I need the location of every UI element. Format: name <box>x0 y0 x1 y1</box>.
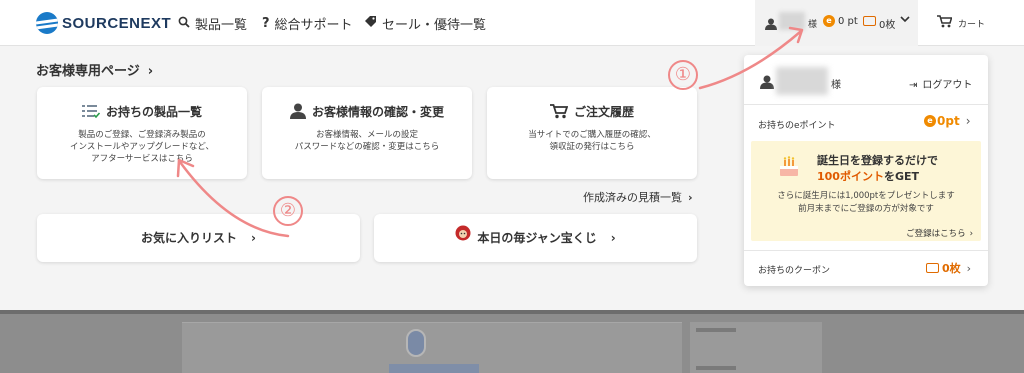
lottery-label: 本日の毎ジャン宝くじ <box>477 231 597 245</box>
user-coupons: 0枚 <box>879 20 896 31</box>
epoint-link[interactable]: e 0pt › <box>924 114 971 128</box>
dimmed-app-icon <box>406 329 426 357</box>
card-desc-line: 領収証の発行はこちら <box>549 142 635 152</box>
chevron-right-icon: › <box>969 229 973 239</box>
chevron-right-icon: › <box>251 231 256 245</box>
divider <box>744 104 988 105</box>
dimmed-background <box>0 310 1024 373</box>
estimate-list-link[interactable]: 作成済みの見積一覧 › <box>583 189 693 205</box>
order-history-card[interactable]: ご注文履歴 当サイトでのご購入履歴の確認、 領収証の発行はこちら <box>487 87 697 179</box>
dimmed-line <box>696 328 736 332</box>
logout-icon: ⇥ <box>909 80 918 91</box>
card-title-label: お客様情報の確認・変更 <box>311 105 444 119</box>
birthday-title-line2: をGET <box>883 170 920 183</box>
page-title: お客様専用ページ <box>36 64 140 79</box>
chevron-right-icon: › <box>688 191 693 204</box>
birthday-highlight: 100ポイント <box>817 170 884 183</box>
epoint-label: お持ちのeポイント <box>758 121 836 131</box>
user-icon <box>765 15 777 30</box>
divider <box>744 250 988 251</box>
site-header: SOURCENEXT 製品一覧 ? 総合サポート セール・優待一覧 様 e 0 … <box>0 0 1024 46</box>
epoint-icon: e <box>924 115 936 127</box>
nav-support[interactable]: ? 総合サポート <box>262 14 353 33</box>
card-desc-line: お客様情報、メールの設定 <box>315 130 418 140</box>
search-icon <box>178 16 190 32</box>
coupon-label: お持ちのクーポン <box>758 266 831 276</box>
logout-button[interactable]: ⇥ ログアウト <box>909 76 972 91</box>
card-desc-line: インストールやアップグレードなど、 <box>70 142 214 152</box>
user-name-redacted <box>776 67 828 95</box>
dimmed-strip <box>0 310 1024 314</box>
dimmed-line <box>696 366 736 370</box>
lottery-mascot-icon <box>455 213 471 261</box>
cart-icon <box>549 103 569 122</box>
card-desc-line: アフターサービスはこちら <box>91 154 193 164</box>
user-points: 0 pt <box>838 16 858 27</box>
nav-sale[interactable]: セール・優待一覧 <box>364 14 486 33</box>
epoint-icon: e <box>823 15 835 27</box>
nav-products[interactable]: 製品一覧 <box>178 14 247 33</box>
owned-products-card[interactable]: お持ちの製品一覧 製品のご登録、ご登録済み製品の インストールやアップグレードな… <box>37 87 247 179</box>
cart-label: カート <box>958 20 986 30</box>
coupon-icon <box>926 263 939 273</box>
card-desc-line: 製品のご登録、ご登録済み製品の <box>78 130 206 140</box>
nav-products-label: 製品一覧 <box>195 18 248 33</box>
lottery-link[interactable]: 本日の毎ジャン宝くじ › <box>374 214 697 262</box>
birthday-register-label: ご登録はこちら <box>906 229 966 239</box>
mypage-title-link[interactable]: お客様専用ページ › <box>36 60 153 79</box>
sourcenext-logo[interactable]: SOURCENEXT <box>36 12 171 34</box>
coupon-link[interactable]: 0枚 › <box>926 260 971 276</box>
epoint-value: 0pt <box>937 114 960 128</box>
user-suffix: 様 <box>808 20 818 30</box>
cake-icon <box>777 155 801 177</box>
chevron-right-icon: › <box>147 64 154 79</box>
user-dropdown: 様 ⇥ ログアウト お持ちのeポイント e 0pt › 誕生日を登録するだけで 100… <box>744 55 988 286</box>
card-title-label: ご注文履歴 <box>573 105 634 119</box>
dimmed-bar <box>389 364 479 373</box>
birthday-desc-line: さらに誕生月には1,000ptをプレゼントします <box>777 191 955 201</box>
tag-icon <box>364 15 377 32</box>
birthday-title-line1: 誕生日を登録するだけで <box>817 154 938 167</box>
person-icon <box>289 103 306 122</box>
question-icon: ? <box>262 16 270 31</box>
cart-icon <box>937 15 953 32</box>
card-desc-line: 当サイトでのご購入履歴の確認、 <box>528 130 656 140</box>
chevron-right-icon: › <box>965 114 971 128</box>
favorites-label: お気に入りリスト <box>141 231 238 245</box>
estimate-list-label: 作成済みの見積一覧 <box>583 191 682 204</box>
coupon-icon <box>863 16 876 26</box>
birthday-desc-line: 前月末までにご登録の方が対象です <box>798 204 934 214</box>
dimmed-sidebar <box>690 322 822 373</box>
nav-support-label: 総合サポート <box>274 18 353 33</box>
cart-button[interactable]: カート <box>937 15 985 32</box>
customer-info-card[interactable]: お客様情報の確認・変更 お客様情報、メールの設定 パスワードなどの確認・変更はこ… <box>262 87 472 179</box>
user-suffix: 様 <box>831 80 841 91</box>
logo-text: SOURCENEXT <box>62 14 172 32</box>
dimmed-card <box>182 322 682 373</box>
coupon-value: 0枚 <box>942 262 961 275</box>
product-list-icon <box>81 104 101 122</box>
logout-label: ログアウト <box>922 80 973 91</box>
logo-mark-icon <box>36 12 58 34</box>
birthday-banner[interactable]: 誕生日を登録するだけで 100ポイントをGET さらに誕生月には1,000ptを… <box>751 141 981 241</box>
birthday-register-link[interactable]: ご登録はこちら › <box>906 227 973 239</box>
chevron-right-icon: › <box>966 261 972 275</box>
chevron-down-icon <box>900 13 910 26</box>
nav-sale-label: セール・優待一覧 <box>382 18 487 33</box>
user-name-redacted <box>779 12 805 30</box>
favorites-link[interactable]: お気に入りリスト › <box>37 214 360 262</box>
user-menu-toggle[interactable]: 様 e 0 pt 0枚 <box>755 0 918 46</box>
card-title-label: お持ちの製品一覧 <box>105 105 202 119</box>
chevron-right-icon: › <box>610 231 616 245</box>
user-icon <box>760 74 774 89</box>
card-desc-line: パスワードなどの確認・変更はこちら <box>294 142 440 152</box>
